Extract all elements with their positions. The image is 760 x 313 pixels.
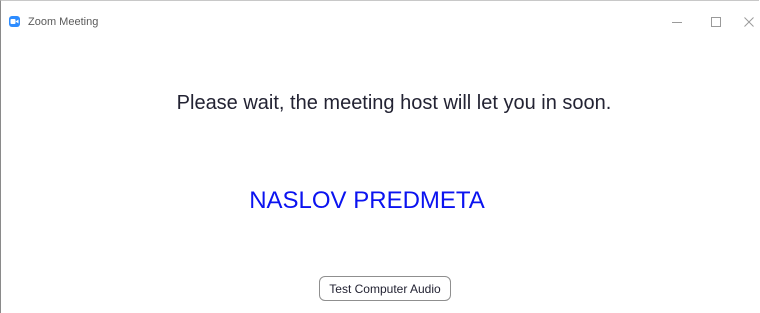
close-icon [744,17,754,27]
waiting-room-panel: Please wait, the meeting host will let y… [1,37,759,313]
close-button[interactable] [739,9,759,35]
test-computer-audio-button[interactable]: Test Computer Audio [319,276,451,301]
meeting-topic: NASLOV PREDMETA [249,187,485,214]
zoom-meeting-window: Zoom Meeting Please wait, the meeting ho… [0,0,759,313]
minimize-icon [672,22,682,23]
maximize-button[interactable] [701,9,731,35]
waiting-message: Please wait, the meeting host will let y… [176,92,612,114]
title-bar[interactable]: Zoom Meeting [1,1,759,37]
minimize-button[interactable] [662,9,692,35]
window-title: Zoom Meeting [28,16,99,28]
zoom-camera-icon [9,16,20,27]
maximize-icon [711,17,721,27]
